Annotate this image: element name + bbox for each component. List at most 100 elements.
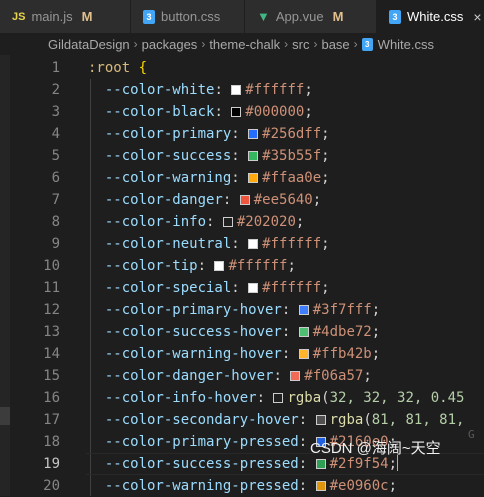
code-line[interactable]: 8 --color-info: #202020; bbox=[0, 211, 484, 233]
css-value: #ffffff bbox=[262, 236, 322, 252]
code-content: --color-success: #35b55f; bbox=[104, 148, 330, 164]
code-line[interactable]: 5 --color-success: #35b55f; bbox=[0, 145, 484, 167]
color-swatch[interactable] bbox=[248, 239, 259, 249]
code-line[interactable]: 7 --color-danger: #ee5640; bbox=[0, 189, 484, 211]
css-property: --color-warning bbox=[104, 170, 232, 186]
inline-blame-hint: G bbox=[468, 428, 475, 441]
color-swatch[interactable] bbox=[214, 261, 225, 271]
line-number: 1 bbox=[51, 60, 60, 76]
code-line[interactable]: 3 --color-black: #000000; bbox=[0, 101, 484, 123]
css-value: #ffb42b bbox=[312, 346, 372, 362]
tab-app-vue[interactable]: ▼ App.vue M bbox=[245, 0, 377, 33]
color-swatch[interactable] bbox=[239, 195, 250, 205]
chevron-right-icon: › bbox=[353, 37, 358, 51]
css-property: --color-primary-hover bbox=[104, 302, 282, 318]
code-line[interactable]: 14 --color-warning-hover: #ffb42b; bbox=[0, 343, 484, 365]
color-swatch[interactable] bbox=[248, 283, 259, 293]
css-property: --color-success-hover bbox=[104, 324, 282, 340]
tab-white-css[interactable]: 3 White.css × bbox=[377, 0, 484, 33]
color-swatch[interactable] bbox=[231, 85, 242, 95]
line-number: 11 bbox=[43, 280, 60, 296]
color-swatch[interactable] bbox=[222, 217, 233, 227]
code-content: --color-tip: #ffffff; bbox=[104, 258, 296, 274]
breadcrumb-item[interactable]: packages bbox=[142, 37, 198, 52]
line-number: 12 bbox=[43, 302, 60, 318]
code-line[interactable]: 13 --color-success-hover: #4dbe72; bbox=[0, 321, 484, 343]
css-property: --color-danger bbox=[104, 192, 223, 208]
color-swatch[interactable] bbox=[315, 459, 326, 469]
breadcrumb-item[interactable]: GildataDesign bbox=[48, 37, 130, 52]
color-swatch[interactable] bbox=[273, 393, 284, 403]
line-number: 16 bbox=[43, 390, 60, 406]
css-file-icon: 3 bbox=[389, 9, 401, 24]
css-property: --color-white bbox=[104, 82, 215, 98]
color-swatch[interactable] bbox=[231, 107, 242, 117]
color-swatch[interactable] bbox=[298, 349, 309, 359]
color-swatch[interactable] bbox=[315, 481, 326, 491]
code-line[interactable]: 2 --color-white: #ffffff; bbox=[0, 79, 484, 101]
line-number: 7 bbox=[51, 192, 60, 208]
chevron-right-icon: › bbox=[313, 37, 318, 51]
color-swatch[interactable] bbox=[248, 151, 259, 161]
vue-file-icon: ▼ bbox=[257, 9, 270, 24]
line-number: 2 bbox=[51, 82, 60, 98]
line-number: 5 bbox=[51, 148, 60, 164]
color-swatch[interactable] bbox=[248, 173, 259, 183]
code-line[interactable]: 11 --color-special: #ffffff; bbox=[0, 277, 484, 299]
breadcrumb-item[interactable]: theme-chalk bbox=[209, 37, 280, 52]
code-content: --color-danger-hover: #f06a57; bbox=[104, 368, 372, 384]
code-line[interactable]: 17 --color-secondary-hover: rgba(81, 81,… bbox=[0, 409, 484, 431]
breadcrumb-item[interactable]: White.css bbox=[378, 37, 434, 52]
color-swatch[interactable] bbox=[298, 327, 309, 337]
chevron-right-icon: › bbox=[284, 37, 289, 51]
css-function: rgba bbox=[287, 390, 322, 406]
color-swatch[interactable] bbox=[248, 129, 259, 139]
tab-button-css[interactable]: 3 button.css bbox=[131, 0, 245, 33]
code-line[interactable]: 16 --color-info-hover: rgba(32, 32, 32, … bbox=[0, 387, 484, 409]
code-line[interactable]: 4 --color-primary: #256dff; bbox=[0, 123, 484, 145]
code-line[interactable]: 15 --color-danger-hover: #f06a57; bbox=[0, 365, 484, 387]
code-line[interactable]: 20 --color-warning-pressed: #e0960c; bbox=[0, 475, 484, 497]
css-value: #ffffff bbox=[228, 258, 288, 274]
css-value: #f06a57 bbox=[304, 368, 364, 384]
line-number: 15 bbox=[43, 368, 60, 384]
code-content: --color-neutral: #ffffff; bbox=[104, 236, 330, 252]
modified-indicator: M bbox=[332, 9, 344, 24]
breadcrumb-item[interactable]: src bbox=[292, 37, 309, 52]
css-file-icon: 3 bbox=[143, 9, 155, 24]
editor-tab-bar: JS main.js M 3 button.css ▼ App.vue M 3 … bbox=[0, 0, 484, 33]
tab-main-js[interactable]: JS main.js M bbox=[0, 0, 131, 33]
css-property: --color-success bbox=[104, 148, 232, 164]
code-editor[interactable]: 1:root {2 --color-white: #ffffff; 3 --col… bbox=[0, 57, 484, 496]
code-line[interactable]: 9 --color-neutral: #ffffff; bbox=[0, 233, 484, 255]
css-function-args: 81, 81, 81, bbox=[371, 412, 465, 428]
css-property: --color-special bbox=[104, 280, 232, 296]
code-line[interactable]: 10 --color-tip: #ffffff; bbox=[0, 255, 484, 277]
code-content: --color-info-hover: rgba(32, 32, 32, 0.4… bbox=[104, 390, 465, 406]
css-property: --color-primary-pressed bbox=[104, 434, 299, 450]
code-line[interactable]: 12 --color-primary-hover: #3f7fff; bbox=[0, 299, 484, 321]
css-value: #ffffff bbox=[245, 82, 305, 98]
breadcrumb-item[interactable]: base bbox=[321, 37, 349, 52]
code-content: :root { bbox=[88, 57, 147, 79]
code-content: --color-danger: #ee5640; bbox=[104, 192, 322, 208]
code-content: --color-secondary-hover: rgba(81, 81, 81… bbox=[104, 412, 465, 428]
css-property: --color-primary bbox=[104, 126, 232, 142]
color-swatch[interactable] bbox=[315, 415, 326, 425]
tab-label: main.js bbox=[31, 9, 73, 24]
line-number: 3 bbox=[51, 104, 60, 120]
line-number: 4 bbox=[51, 126, 60, 142]
line-number: 10 bbox=[43, 258, 60, 274]
css-value: #000000 bbox=[245, 104, 305, 120]
watermark-text: CSDN @海阔~天空 bbox=[310, 440, 441, 457]
javascript-file-icon: JS bbox=[12, 10, 26, 23]
color-swatch[interactable] bbox=[290, 371, 301, 381]
close-icon[interactable]: × bbox=[473, 9, 481, 25]
css-property: --color-info bbox=[104, 214, 207, 230]
code-line[interactable]: 6 --color-warning: #ffaa0e; bbox=[0, 167, 484, 189]
color-swatch[interactable] bbox=[298, 305, 309, 315]
line-number: 19 bbox=[43, 456, 60, 472]
line-number: 8 bbox=[51, 214, 60, 230]
css-value: #e0960c bbox=[329, 478, 389, 494]
code-line[interactable]: 1 :root { bbox=[0, 57, 484, 79]
